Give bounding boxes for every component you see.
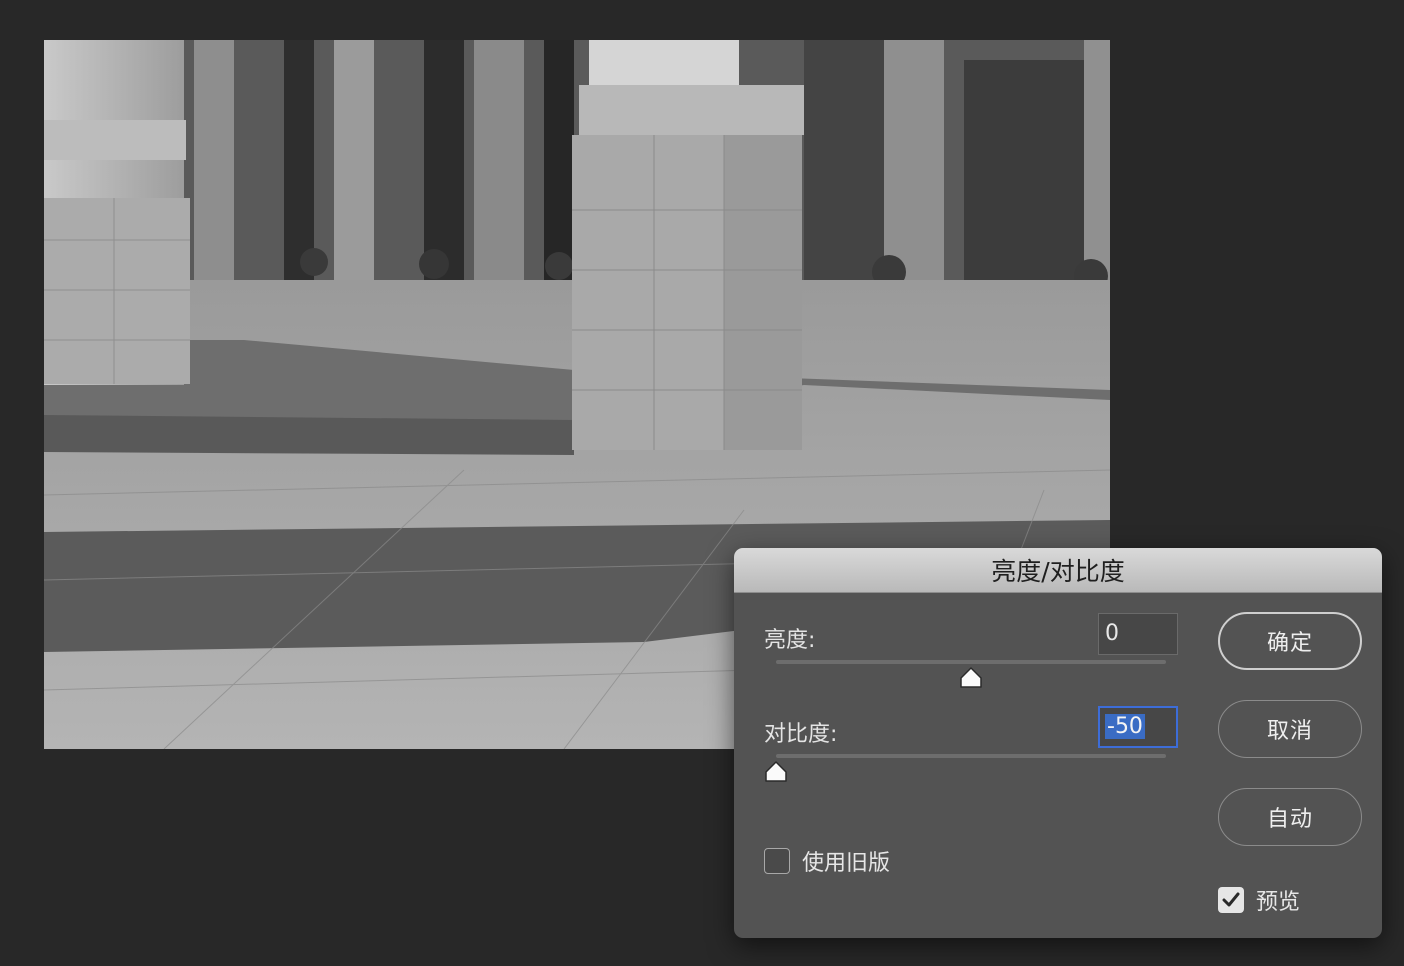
use-legacy-checkbox[interactable] xyxy=(764,848,790,874)
cancel-button-label: 取消 xyxy=(1266,719,1313,744)
dialog-titlebar[interactable]: 亮度/对比度 xyxy=(734,548,1382,593)
brightness-slider-thumb-icon[interactable] xyxy=(958,666,984,690)
use-legacy-checkbox-row[interactable]: 使用旧版 xyxy=(764,845,890,877)
brightness-value: 0 xyxy=(1105,621,1119,646)
contrast-slider-thumb-icon[interactable] xyxy=(763,760,789,784)
brightness-slider-track[interactable] xyxy=(776,660,1166,664)
checkmark-icon xyxy=(1222,892,1240,907)
preview-checkbox-row[interactable]: 预览 xyxy=(1218,884,1300,916)
dialog-title: 亮度/对比度 xyxy=(991,557,1125,586)
auto-button[interactable]: 自动 xyxy=(1218,788,1362,846)
brightness-contrast-dialog: 亮度/对比度 亮度: 0 对比度: -50 使用旧版 确定 取消 自动 预览 xyxy=(734,548,1382,938)
ok-button[interactable]: 确定 xyxy=(1218,612,1362,670)
contrast-slider-track[interactable] xyxy=(776,754,1166,758)
use-legacy-label: 使用旧版 xyxy=(802,851,891,876)
contrast-value: -50 xyxy=(1105,714,1145,739)
preview-label: 预览 xyxy=(1256,890,1301,915)
preview-checkbox[interactable] xyxy=(1218,887,1244,913)
cancel-button[interactable]: 取消 xyxy=(1218,700,1362,758)
contrast-value-field[interactable]: -50 xyxy=(1098,706,1178,748)
brightness-label: 亮度: xyxy=(764,628,816,653)
contrast-label: 对比度: xyxy=(764,722,838,747)
brightness-value-field[interactable]: 0 xyxy=(1098,613,1178,655)
ok-button-label: 确定 xyxy=(1266,631,1313,656)
auto-button-label: 自动 xyxy=(1266,807,1313,832)
